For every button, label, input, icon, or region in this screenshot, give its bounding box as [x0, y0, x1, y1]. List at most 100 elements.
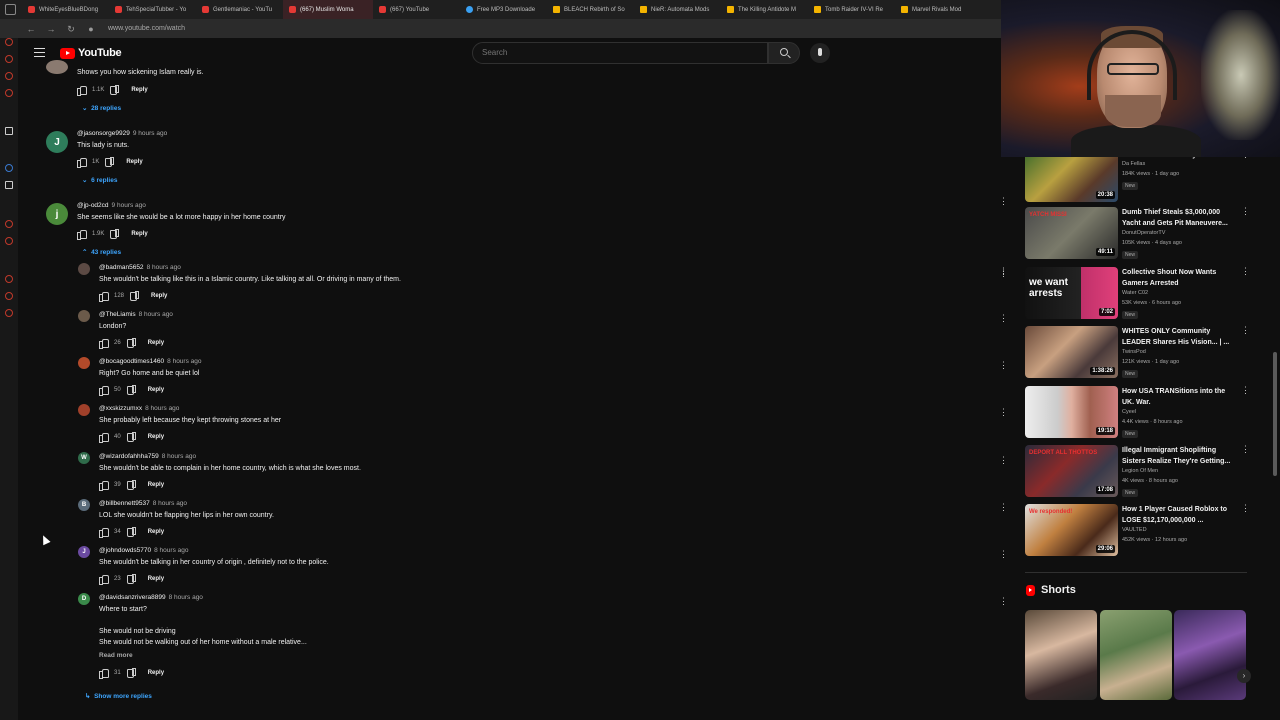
channel-name[interactable]: Cyeel: [1122, 409, 1136, 415]
comment-timestamp[interactable]: 8 hours ago: [154, 547, 188, 554]
video-title[interactable]: Dumb Thief Steals $3,000,000 Yacht and G…: [1122, 207, 1237, 229]
comment-author[interactable]: @jasonsorge9929 9 hours ago: [77, 130, 167, 137]
back-icon[interactable]: ←: [26, 24, 36, 34]
author-handle[interactable]: @xxskizzumxx: [99, 405, 142, 412]
dislike-icon[interactable]: [126, 480, 136, 490]
comment-author[interactable]: @badman5652 8 hours ago: [99, 264, 181, 271]
voice-search-icon[interactable]: [810, 43, 830, 63]
reply-button[interactable]: Reply: [148, 387, 164, 393]
video-menu-icon[interactable]: ⋮: [1241, 267, 1250, 276]
comment-timestamp[interactable]: 9 hours ago: [112, 202, 146, 209]
reply-button[interactable]: Reply: [148, 529, 164, 535]
recommended-video[interactable]: 19:18 How USA TRANSitions into the UK. Wa…: [1025, 386, 1255, 440]
browser-tab[interactable]: NieR: Automata Mods: [634, 0, 721, 19]
sidebar-app-icon[interactable]: [5, 309, 13, 317]
comment-timestamp[interactable]: 8 hours ago: [162, 453, 196, 460]
like-icon[interactable]: [77, 157, 87, 168]
dislike-icon[interactable]: [126, 432, 136, 442]
video-menu-icon[interactable]: ⋮: [1241, 326, 1250, 335]
sidebar-app-icon[interactable]: [5, 127, 13, 135]
comment-timestamp[interactable]: 8 hours ago: [147, 264, 181, 271]
comment-author[interactable]: @johndowds5770 8 hours ago: [99, 547, 188, 554]
channel-name[interactable]: Legion Of Men: [1122, 468, 1158, 474]
short-card[interactable]: [1100, 610, 1172, 700]
dislike-icon[interactable]: [105, 157, 115, 167]
like-icon[interactable]: [99, 527, 109, 538]
replies-toggle[interactable]: ⌃ 43 replies: [82, 248, 121, 256]
like-icon[interactable]: [99, 385, 109, 396]
video-title[interactable]: How 1 Player Caused Roblox to LOSE $12,1…: [1122, 504, 1237, 526]
forward-icon[interactable]: →: [46, 24, 56, 34]
reply-button[interactable]: Reply: [148, 340, 164, 346]
site-info-icon[interactable]: ●: [86, 24, 96, 34]
browser-tab[interactable]: Marvel Rivals Mod: [895, 0, 982, 19]
comment-timestamp[interactable]: 9 hours ago: [133, 130, 167, 137]
comment-timestamp[interactable]: 8 hours ago: [139, 311, 173, 318]
comment-author[interactable]: @billbennett9537 8 hours ago: [99, 500, 187, 507]
author-handle[interactable]: @jp-od2cd: [77, 202, 109, 209]
author-handle[interactable]: @wizardofahhha759: [99, 453, 159, 460]
video-thumbnail[interactable]: DEPORT ALL THOTTOS 17:08: [1025, 445, 1118, 497]
comment-author[interactable]: @bocagoodtimes1460 8 hours ago: [99, 358, 202, 365]
like-icon[interactable]: [99, 668, 109, 679]
dislike-icon[interactable]: [130, 291, 140, 301]
read-more-link[interactable]: Read more: [99, 652, 133, 659]
author-handle[interactable]: @johndowds5770: [99, 547, 151, 554]
sidebar-app-icon[interactable]: [5, 72, 13, 80]
reply-button[interactable]: Reply: [131, 231, 147, 237]
video-title[interactable]: How USA TRANSitions into the UK. War.: [1122, 386, 1237, 408]
comment-menu-icon[interactable]: ⋮: [999, 550, 1008, 563]
like-icon[interactable]: [99, 338, 109, 349]
comment-menu-icon[interactable]: ⋮: [999, 597, 1008, 610]
browser-tab[interactable]: Gentlemaniac - YouTu: [196, 0, 283, 19]
avatar[interactable]: D: [78, 593, 90, 605]
reply-button[interactable]: Reply: [148, 434, 164, 440]
recommended-video[interactable]: We responded! 29:06 How 1 Player Caused Ro…: [1025, 504, 1255, 558]
video-thumbnail[interactable]: 20:38: [1025, 150, 1118, 202]
shelf-next-icon[interactable]: ›: [1237, 669, 1251, 683]
comment-timestamp[interactable]: 8 hours ago: [169, 594, 203, 601]
channel-name[interactable]: DonutOperatorTV: [1122, 230, 1165, 236]
comment-author[interactable]: @davidsanzrivera8899 8 hours ago: [99, 594, 203, 601]
dislike-icon[interactable]: [126, 668, 136, 678]
video-thumbnail[interactable]: 19:18: [1025, 386, 1118, 438]
author-handle[interactable]: @badman5652: [99, 264, 144, 271]
dislike-icon[interactable]: [110, 229, 120, 239]
like-icon[interactable]: [99, 574, 109, 585]
browser-tab[interactable]: The Killing Antidote M: [721, 0, 808, 19]
recommended-video[interactable]: DEPORT ALL THOTTOS 17:08 Illegal Immigrant…: [1025, 445, 1255, 499]
avatar[interactable]: W: [78, 452, 90, 464]
sidebar-app-icon[interactable]: [5, 220, 13, 228]
menu-icon[interactable]: [34, 48, 45, 57]
video-thumbnail[interactable]: 1:38:26: [1025, 326, 1118, 378]
author-handle[interactable]: @bocagoodtimes1460: [99, 358, 164, 365]
browser-tab[interactable]: Tomb Raider IV-VI Re: [808, 0, 895, 19]
reply-button[interactable]: Reply: [148, 482, 164, 488]
avatar[interactable]: [46, 60, 68, 74]
channel-name[interactable]: Da Fellas: [1122, 161, 1145, 167]
browser-tab[interactable]: (667) YouTube: [373, 0, 460, 19]
search-input[interactable]: [482, 48, 752, 57]
comment-timestamp[interactable]: 8 hours ago: [145, 405, 179, 412]
comment-menu-icon[interactable]: ⋮: [999, 197, 1008, 210]
video-thumbnail[interactable]: we want arrests 7:02: [1025, 267, 1118, 319]
like-icon[interactable]: [99, 291, 109, 302]
sidebar-app-icon[interactable]: [5, 237, 13, 245]
video-thumbnail[interactable]: We responded! 29:06: [1025, 504, 1118, 556]
page-scrollbar[interactable]: [1273, 352, 1277, 476]
dislike-icon[interactable]: [110, 85, 120, 95]
recommended-video[interactable]: 1:38:26 WHITES ONLY Community LEADER Shar…: [1025, 326, 1255, 380]
avatar[interactable]: j: [46, 203, 68, 225]
short-card[interactable]: [1025, 610, 1097, 700]
comment-timestamp[interactable]: 8 hours ago: [167, 358, 201, 365]
dislike-icon[interactable]: [126, 574, 136, 584]
comment-menu-icon[interactable]: ⋮: [999, 408, 1008, 421]
browser-tab[interactable]: Free MP3 Downloade: [460, 0, 547, 19]
show-more-replies-button[interactable]: ↳ Show more replies: [85, 692, 152, 700]
browser-tab[interactable]: (667) Muslim Woma: [283, 0, 373, 19]
comment-author[interactable]: @TheLiamis 8 hours ago: [99, 311, 173, 318]
comment-author[interactable]: @jp-od2cd 9 hours ago: [77, 202, 146, 209]
comment-menu-icon[interactable]: ⋮: [999, 503, 1008, 516]
recommended-video[interactable]: YATCH MISSI 49:11 Dumb Thief Steals $3,000…: [1025, 207, 1255, 261]
reply-button[interactable]: Reply: [126, 159, 142, 165]
